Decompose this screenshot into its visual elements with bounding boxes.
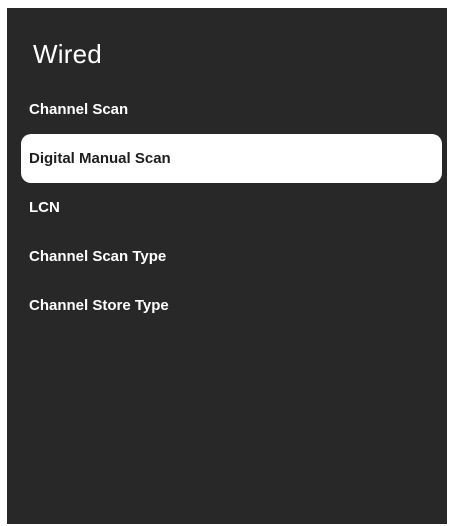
settings-panel: Wired Channel Scan Digital Manual Scan L… [7,8,447,524]
settings-menu: Channel Scan Digital Manual Scan LCN Cha… [7,85,447,330]
menu-item-lcn[interactable]: LCN [7,183,447,232]
menu-item-channel-scan[interactable]: Channel Scan [7,85,447,134]
page-title: Wired [33,39,102,69]
menu-item-digital-manual-scan[interactable]: Digital Manual Scan [21,134,442,183]
menu-item-channel-store-type[interactable]: Channel Store Type [7,281,447,330]
menu-item-channel-scan-type[interactable]: Channel Scan Type [7,232,447,281]
